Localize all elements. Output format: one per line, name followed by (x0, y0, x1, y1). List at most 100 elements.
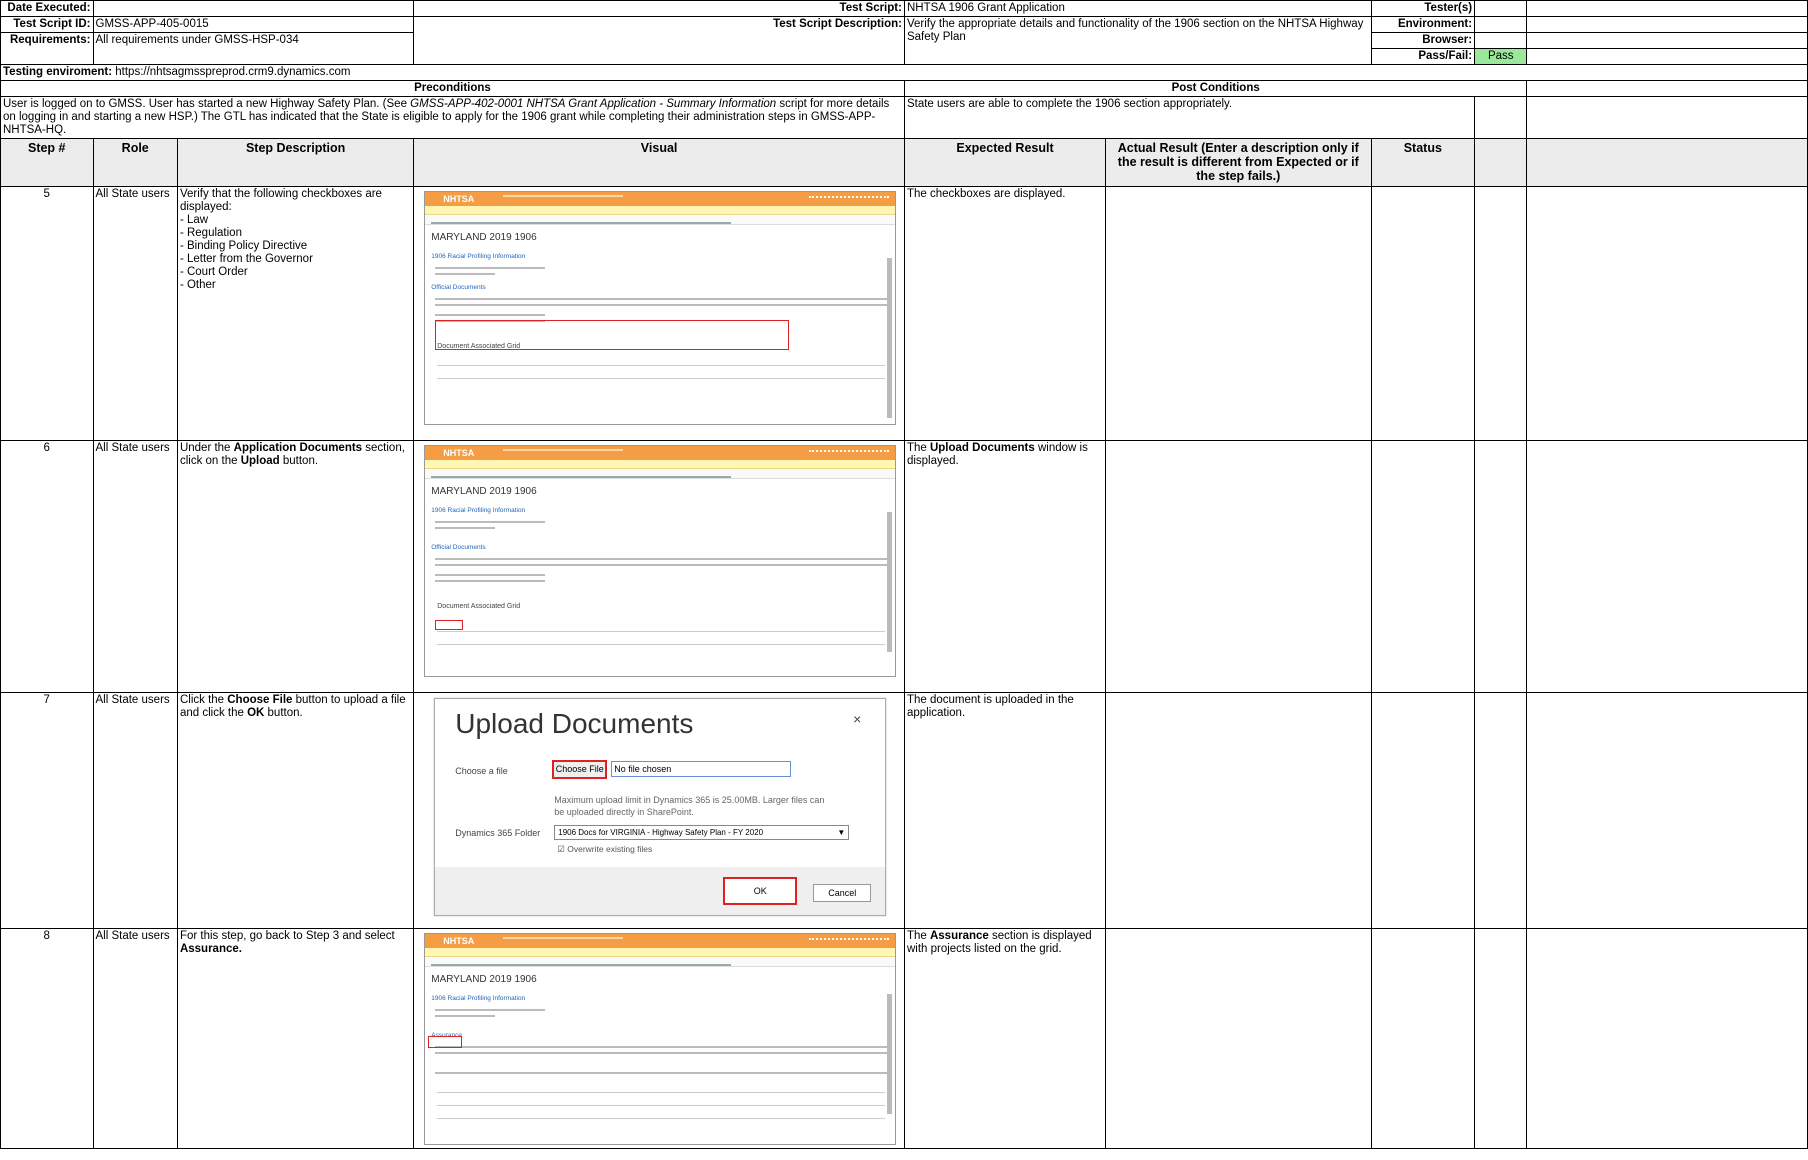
test-script-desc-value: Verify the appropriate details and funct… (903, 16, 1372, 65)
col-status: Status (1370, 138, 1476, 187)
desc-line: - Law (179, 214, 209, 226)
cond-blank-2 (1474, 96, 1528, 139)
blank-cell (1526, 928, 1808, 1149)
actual-result (1105, 692, 1372, 929)
col-blank-2 (1526, 138, 1808, 187)
ok-button[interactable]: OK (723, 877, 798, 905)
cond-blank-3 (1526, 96, 1808, 139)
testing-env-label: Testing enviroment: (3, 66, 113, 78)
col-actual: Actual Result (Enter a description only … (1105, 138, 1372, 187)
blank-cell (1526, 440, 1808, 693)
step-number: 6 (0, 440, 94, 693)
step-number: 5 (0, 186, 94, 441)
overwrite-label: Overwrite existing files (567, 844, 653, 854)
pre-text-script-ref: GMSS-APP-402-0001 NHTSA Grant Applicatio… (410, 98, 777, 110)
step-description: Verify that the following checkboxes are… (176, 186, 415, 441)
cancel-button[interactable]: Cancel (813, 884, 872, 902)
expected-result: The checkboxes are displayed. (903, 186, 1107, 441)
record-title: MARYLAND 2019 1906 (431, 232, 537, 243)
app-topbar: NHTSA (425, 192, 896, 206)
exp-bold: Assurance (929, 930, 989, 942)
scrollbar[interactable] (887, 512, 893, 652)
actual-result (1105, 928, 1372, 1149)
desc-part: button. (264, 707, 303, 719)
desc-part: Click the (179, 694, 228, 706)
pre-text-part: User is logged on to GMSS. User has star… (3, 98, 411, 110)
screenshot-checkboxes: NHTSA MARYLAND 2019 1906 1906 Racial Pro… (424, 191, 897, 425)
step-role: All State users (92, 692, 178, 929)
choose-file-button[interactable]: Choose File (552, 760, 608, 779)
step-description: Click the Choose File button to upload a… (176, 692, 415, 929)
upload-limit-note: Maximum upload limit in Dynamics 365 is … (554, 795, 825, 817)
date-executed-label: Date Executed: (0, 0, 94, 17)
checkbox-highlight (435, 320, 790, 350)
command-bar (425, 469, 896, 479)
desc-line: - Binding Policy Directive (179, 240, 308, 252)
testing-environment: Testing enviroment: https://nhtsagmsspre… (0, 64, 1808, 81)
app-topbar: NHTSA (425, 446, 896, 460)
notice-bar (425, 206, 896, 215)
file-status: No file chosen (611, 761, 792, 777)
notice-bar (425, 460, 896, 469)
expected-result: The Assurance section is displayed with … (903, 928, 1107, 1149)
app-topbar: NHTSA (425, 934, 896, 948)
desc-bold: Upload (240, 455, 280, 467)
command-bar (425, 957, 896, 967)
table-row: 8 All State users For this step, go back… (0, 928, 1808, 1149)
section-heading: 1906 Racial Profiling Information (431, 507, 526, 514)
scrollbar[interactable] (887, 258, 893, 418)
col-expected: Expected Result (903, 138, 1107, 187)
blank-cell (1526, 186, 1808, 441)
blank-cell (1474, 928, 1528, 1149)
actual-result (1105, 186, 1372, 441)
section-heading: 1906 Racial Profiling Information (431, 995, 526, 1002)
blank-cell (1474, 440, 1528, 693)
blank-cell (1474, 692, 1528, 929)
test-script-id-value: GMSS-APP-405-0015 (92, 16, 415, 33)
col-role: Role (92, 138, 178, 187)
header-blank-4 (1526, 48, 1808, 65)
folder-select[interactable]: 1906 Docs for VIRGINIA - Highway Safety … (554, 825, 850, 840)
step-description: Under the Application Documents section,… (176, 440, 415, 693)
table-row: 6 All State users Under the Application … (0, 440, 1808, 693)
expected-result: The document is uploaded in the applicat… (903, 692, 1107, 929)
step-visual: NHTSA MARYLAND 2019 1906 1906 Racial Pro… (413, 440, 905, 693)
requirements-label: Requirements: (0, 32, 94, 65)
preconditions-title: Preconditions (0, 80, 905, 97)
command-bar (425, 215, 896, 225)
folder-value: 1906 Docs for VIRGINIA - Highway Safety … (558, 828, 764, 837)
upload-documents-dialog: Upload Documents × Choose a file Choose … (434, 698, 887, 916)
exp-part: The (906, 442, 930, 454)
nhtsa-logo: NHTSA (443, 936, 475, 946)
choose-file-label: Choose a file (455, 766, 508, 776)
status-cell (1370, 928, 1476, 1149)
actual-result (1105, 440, 1372, 693)
scrollbar[interactable] (887, 994, 893, 1114)
header-blank-2 (1526, 16, 1808, 33)
test-script-label: Test Script: (413, 0, 905, 17)
overwrite-checkbox[interactable]: ☑ Overwrite existing files (557, 843, 652, 856)
step-visual: NHTSA MARYLAND 2019 1906 1906 Racial Pro… (413, 186, 905, 441)
assurance-tab[interactable]: Assurance (431, 1029, 895, 1042)
status-cell (1370, 692, 1476, 929)
preconditions-text: User is logged on to GMSS. User has star… (0, 96, 905, 139)
blank-cell (1474, 186, 1528, 441)
pass-fail-label: Pass/Fail: (1370, 48, 1476, 65)
close-icon[interactable]: × (853, 712, 861, 726)
status-cell (1370, 186, 1476, 441)
notice-bar (425, 948, 896, 957)
grid-title: Document Associated Grid (437, 603, 521, 610)
step-role: All State users (92, 440, 178, 693)
desc-line: Verify that the following checkboxes are… (179, 188, 382, 213)
header-blank-1 (1526, 0, 1808, 17)
section-heading: Official Documents (431, 544, 486, 551)
col-description: Step Description (176, 138, 415, 187)
col-visual: Visual (413, 138, 905, 187)
exp-part: The (906, 930, 930, 942)
testers-label: Tester(s) (1370, 0, 1476, 17)
table-row: 7 All State users Click the Choose File … (0, 692, 1808, 929)
dialog-title: Upload Documents (455, 708, 694, 739)
test-script-desc-label: Test Script Description: (413, 16, 905, 65)
date-executed-value (92, 0, 415, 17)
desc-part: For this step, go back to Step 3 and sel… (179, 930, 395, 942)
